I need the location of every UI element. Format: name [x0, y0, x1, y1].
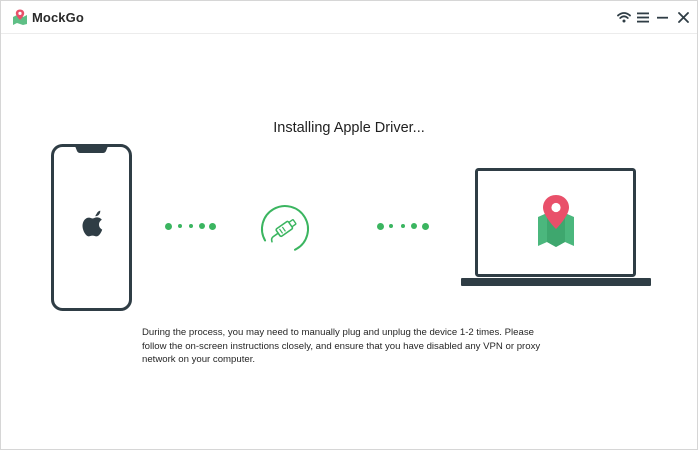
- laptop-illustration: [461, 168, 651, 286]
- connection-dots-right: [377, 222, 431, 232]
- instruction-text: During the process, you may need to manu…: [142, 326, 562, 367]
- instruction-line-1: During the process, you may need to manu…: [142, 327, 534, 338]
- instruction-line-3: network on your computer.: [142, 354, 256, 365]
- menu-icon[interactable]: [635, 9, 651, 25]
- mockgo-logo-icon: [13, 9, 27, 25]
- wifi-icon[interactable]: [616, 9, 632, 25]
- minimize-icon[interactable]: [654, 9, 670, 25]
- title-bar: MockGo: [1, 1, 697, 34]
- iphone-illustration: [51, 144, 132, 311]
- connection-dots-left: [165, 222, 217, 232]
- install-status-title: Installing Apple Driver...: [273, 120, 425, 136]
- app-name: MockGo: [32, 10, 84, 25]
- app-window: MockGo Installing Apple Driver... During…: [0, 0, 698, 450]
- usb-cable-icon: [261, 205, 309, 254]
- close-icon[interactable]: [675, 9, 691, 25]
- instruction-line-2: follow the on-screen instructions closel…: [142, 340, 541, 352]
